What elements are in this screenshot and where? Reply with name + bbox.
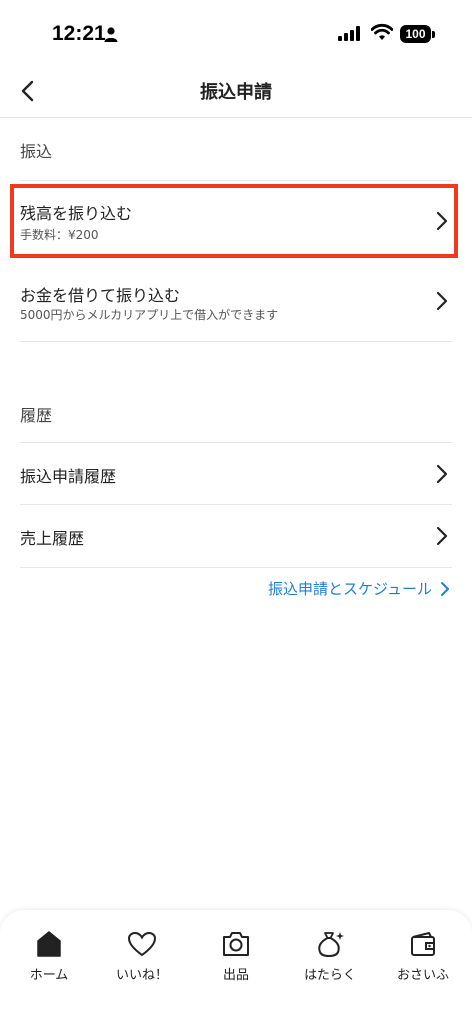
borrow-and-transfer-title: お金を借りて振り込む (20, 286, 181, 305)
bottom-tab-bar: ホーム いいね！ 出品 はたらく おさいふ (0, 910, 472, 1024)
heart-icon (127, 931, 157, 957)
wifi-icon (371, 23, 393, 40)
transfer-section-header: 振込 (20, 142, 53, 161)
chevron-right-icon (436, 464, 448, 484)
chevron-right-icon (436, 291, 448, 311)
sales-history-row[interactable]: 売上履歴 (10, 505, 458, 567)
tab-wallet[interactable]: おさいふ (378, 930, 468, 983)
cellular-signal-icon (338, 26, 360, 41)
navigation-bar: 振込申請 (0, 64, 472, 118)
wallet-icon (411, 932, 435, 956)
tab-home-label: ホーム (29, 968, 69, 983)
borrow-and-transfer-row[interactable]: お金を借りて振り込む 5000円からメルカリアプリ上で借入ができます (10, 268, 458, 334)
history-section-header: 履歴 (20, 406, 53, 425)
person-icon (104, 27, 118, 42)
money-bag-icon (318, 932, 344, 957)
tab-likes[interactable]: いいね！ (97, 930, 187, 983)
tab-wallet-label: おさいふ (396, 968, 449, 983)
divider (20, 341, 452, 342)
page-title: 振込申請 (200, 82, 272, 103)
highlight-box (10, 184, 458, 258)
status-bar: 12:21 100 (0, 0, 472, 64)
tab-likes-label: いいね！ (115, 968, 168, 983)
chevron-right-icon (436, 526, 448, 546)
transfer-schedule-link-label: 振込申請とスケジュール (268, 580, 432, 598)
tab-work[interactable]: はたらく (285, 930, 375, 983)
home-icon (37, 931, 61, 957)
battery-icon: 100 (400, 25, 431, 43)
status-time: 12:21 (52, 22, 106, 45)
battery-nub (432, 31, 435, 38)
chevron-right-icon (441, 581, 449, 596)
transfer-request-screen: 12:21 100 振込申請 振込 残高を振り込む 手数料：¥200 お金を借り… (0, 0, 472, 1024)
tab-work-label: はたらく (304, 968, 356, 983)
tab-sell[interactable]: 出品 (191, 930, 281, 983)
tab-home[interactable]: ホーム (4, 930, 94, 983)
borrow-description: 5000円からメルカリアプリ上で借入ができます (20, 308, 279, 322)
sales-history-title: 売上履歴 (20, 529, 85, 548)
transfer-history-row[interactable]: 振込申請履歴 (10, 443, 458, 504)
divider (20, 567, 452, 568)
camera-icon (223, 932, 249, 956)
transfer-schedule-link[interactable]: 振込申請とスケジュール (268, 578, 450, 599)
tab-sell-label: 出品 (222, 968, 249, 983)
divider (20, 180, 452, 181)
transfer-history-title: 振込申請履歴 (20, 467, 117, 486)
